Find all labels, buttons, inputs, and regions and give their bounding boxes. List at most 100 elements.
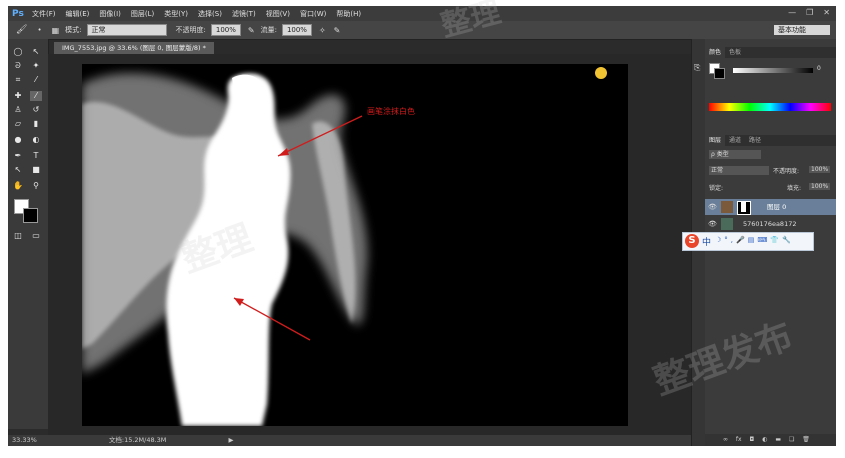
color-panel-tabs: 颜色 色板 [705, 47, 836, 58]
flow-input[interactable]: 100% [281, 24, 312, 36]
ime-toolbar[interactable]: S 中 ☽°,🎤▤⌨👕🔧 [682, 232, 814, 251]
document-canvas[interactable]: 画笔涂抹白色 [82, 64, 628, 426]
pen-tool-icon[interactable]: ✒ [12, 151, 24, 161]
brush-tool-icon[interactable]: ⁄ [30, 91, 42, 101]
menu-image[interactable]: 图像(I) [99, 9, 121, 19]
menu-select[interactable]: 选择(S) [198, 9, 222, 19]
flow-label: 流量: [260, 26, 277, 34]
restore-icon[interactable]: ❐ [806, 8, 813, 17]
fill-input[interactable]: 100% [809, 183, 831, 190]
canvas-area: 画笔涂抹白色 [48, 54, 691, 435]
shape-tool-icon[interactable]: ■ [30, 165, 42, 175]
brush-panel-icon[interactable]: ▦ [52, 26, 60, 35]
adjustment-icon[interactable]: ◐ [762, 436, 767, 443]
dodge-tool-icon[interactable]: ◐ [30, 135, 42, 145]
type-tool-icon[interactable]: T [30, 151, 42, 161]
doc-size: 文档:15.2M/48.3M [108, 436, 167, 444]
healing-tool-icon[interactable]: ✚ [12, 91, 24, 101]
delete-layer-icon[interactable]: 🗑 [802, 436, 810, 443]
pressure-size-icon[interactable]: ✎ [334, 26, 341, 35]
lasso-tool-icon[interactable]: ᘐ [12, 61, 24, 71]
quick-mask-icon[interactable]: ◫ [12, 231, 24, 241]
menu-filter[interactable]: 滤镜(T) [232, 9, 256, 19]
visibility-eye-icon[interactable]: 👁 [708, 216, 717, 232]
fx-icon[interactable]: fx [736, 436, 742, 443]
menu-layer[interactable]: 图层(L) [131, 9, 154, 19]
ime-icons[interactable]: ☽°,🎤▤⌨👕🔧 [715, 236, 794, 244]
blend-mode-select[interactable]: 正常 [709, 166, 769, 175]
layer-kind-filter[interactable]: ρ 类型 [709, 150, 761, 159]
background-color-swatch[interactable] [23, 208, 38, 223]
tab-color[interactable]: 颜色 [705, 47, 726, 58]
screen-mode-icon[interactable]: ▭ [30, 231, 42, 241]
visibility-eye-icon[interactable]: 👁 [708, 199, 717, 215]
menu-help[interactable]: 帮助(H) [336, 9, 361, 19]
tab-paths[interactable]: 路径 [745, 135, 765, 146]
layer-row[interactable]: 👁 图层 0 [705, 199, 836, 215]
status-arrow-icon[interactable]: ▶ [229, 436, 234, 444]
mode-label: 模式: [65, 26, 82, 34]
menu-view[interactable]: 视图(V) [266, 9, 290, 19]
stamp-tool-icon[interactable]: ♙ [12, 105, 24, 115]
fill-label: 填充: [787, 185, 802, 192]
layer-name: 5760176ea8172 [743, 220, 797, 228]
mode-select[interactable]: 正常 [86, 24, 167, 36]
layer-row[interactable]: 👁 5760176ea8172 [705, 216, 836, 232]
layer-panel-footer: ∞ fx ◘ ◐ ▬ ❏ 🗑 [705, 434, 836, 446]
opacity-label: 不透明度: [175, 26, 206, 34]
ps-logo: Ps [12, 8, 24, 19]
layer-thumbnail [721, 218, 733, 230]
annotation-text: 画笔涂抹白色 [367, 107, 415, 116]
opacity-input[interactable]: 100% [210, 24, 241, 36]
airbrush-icon[interactable]: ✧ [319, 26, 326, 35]
menu-window[interactable]: 窗口(W) [300, 9, 326, 19]
bg-color-preview[interactable] [714, 68, 725, 79]
brush-size-picker[interactable]: • [37, 26, 41, 34]
menu-file[interactable]: 文件(F) [32, 9, 56, 19]
layer-opacity-input[interactable]: 100% [809, 166, 831, 173]
close-icon[interactable]: ✕ [823, 8, 830, 17]
layer-mask-thumbnail[interactable] [737, 201, 751, 215]
workspace-select[interactable]: 基本功能 [774, 25, 830, 35]
move-tool-icon[interactable]: ↖ [30, 47, 42, 57]
path-select-tool-icon[interactable]: ↖ [12, 165, 24, 175]
magic-wand-tool-icon[interactable]: ✦ [30, 61, 42, 71]
eyedropper-tool-icon[interactable]: ⁄ [30, 75, 42, 85]
k-slider[interactable] [733, 68, 813, 73]
new-layer-icon[interactable]: ❏ [789, 436, 794, 443]
lock-label: 锁定: [709, 185, 724, 192]
group-icon[interactable]: ▬ [775, 436, 781, 443]
layer-name: 图层 0 [767, 203, 787, 211]
minimize-icon[interactable]: — [788, 8, 796, 17]
crop-tool-icon[interactable]: ⌗ [12, 75, 24, 85]
photoshop-window: Ps 文件(F) 编辑(E) 图像(I) 图层(L) 类型(Y) 选择(S) 滤… [8, 6, 836, 446]
color-panel: 0 [705, 58, 836, 120]
layer-panel-tabs: 图层 通道 路径 [705, 135, 836, 146]
blur-tool-icon[interactable]: ● [12, 135, 24, 145]
hand-tool-icon[interactable]: ✋ [12, 181, 24, 191]
menu-type[interactable]: 类型(Y) [164, 9, 188, 19]
tab-swatches[interactable]: 色板 [725, 47, 745, 58]
history-panel-icon[interactable]: ⎘ [694, 63, 700, 73]
tab-layers[interactable]: 图层 [705, 135, 726, 146]
tab-channels[interactable]: 通道 [725, 135, 745, 146]
window-controls: — ❐ ✕ [788, 8, 830, 17]
menu-edit[interactable]: 编辑(E) [66, 9, 90, 19]
gradient-tool-icon[interactable]: ▮ [30, 119, 42, 129]
layer-mask-image [82, 67, 607, 426]
zoom-tool-icon[interactable]: ⚲ [30, 181, 42, 191]
zoom-level[interactable]: 33.33% [12, 436, 37, 444]
ime-mode-icon[interactable]: 中 [702, 235, 711, 248]
options-bar: 🖌 • ▦ 模式: 正常 不透明度: 100% ✎ 流量: 100% ✧ ✎ 基… [8, 21, 836, 40]
eraser-tool-icon[interactable]: ▱ [12, 119, 24, 129]
pressure-opacity-icon[interactable]: ✎ [248, 26, 255, 35]
brush-tool-preset-icon[interactable]: 🖌 [16, 25, 27, 35]
link-layers-icon[interactable]: ∞ [723, 436, 728, 443]
marquee-tool-icon[interactable]: ◯ [12, 47, 24, 57]
layer-thumbnail [721, 201, 733, 213]
color-spectrum[interactable] [709, 103, 831, 111]
history-brush-tool-icon[interactable]: ↺ [30, 105, 42, 115]
status-bar: 33.33% 文档:15.2M/48.3M ▶ [8, 435, 691, 446]
document-tab[interactable]: IMG_7553.jpg @ 33.6% (图层 0, 图层蒙版/8) * [54, 42, 214, 54]
add-mask-icon[interactable]: ◘ [750, 436, 755, 443]
